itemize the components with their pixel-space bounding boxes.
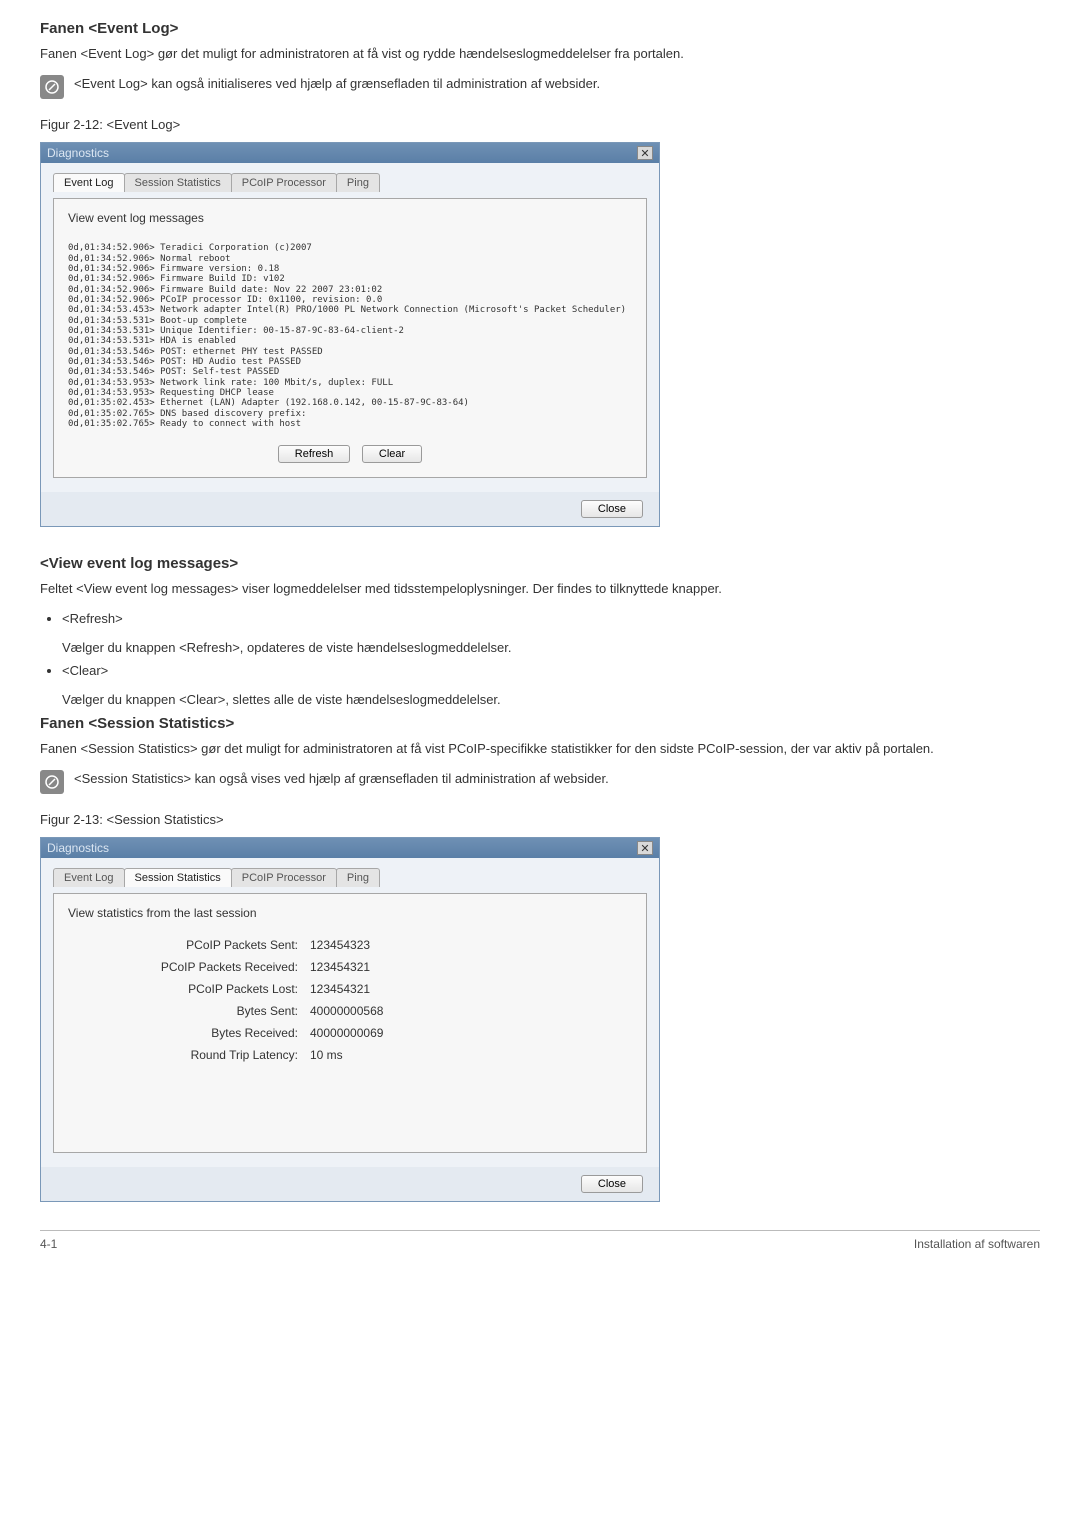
figure-caption-1: Figur 2-12: <Event Log> — [40, 117, 1040, 132]
note-icon — [40, 75, 64, 99]
tab-session-statistics[interactable]: Session Statistics — [124, 173, 232, 192]
note-text-1: <Event Log> kan også initialiseres ved h… — [74, 75, 600, 93]
bullet-refresh-desc: Vælger du knappen <Refresh>, opdateres d… — [62, 640, 1040, 655]
dialog1-titlebar: Diagnostics ✕ — [41, 143, 659, 163]
bullet-list-2: <Clear> — [62, 663, 1040, 678]
event-log-text: 0d,01:34:52.906> Teradici Corporation (c… — [68, 243, 632, 429]
tab-ping[interactable]: Ping — [336, 868, 380, 887]
tab-pcoip-processor[interactable]: PCoIP Processor — [231, 173, 337, 192]
dialog1-panel: View event log messages 0d,01:34:52.906>… — [53, 198, 647, 478]
tab-ping[interactable]: Ping — [336, 173, 380, 192]
stat-value-3: 40000000568 — [310, 1004, 632, 1018]
bullet-clear: <Clear> — [62, 663, 1040, 678]
tab-event-log[interactable]: Event Log — [53, 173, 125, 192]
tab-pcoip-processor[interactable]: PCoIP Processor — [231, 868, 337, 887]
page-number: 4-1 — [40, 1237, 57, 1251]
footer-title: Installation af softwaren — [914, 1237, 1040, 1251]
stat-value-4: 40000000069 — [310, 1026, 632, 1040]
close-icon[interactable]: ✕ — [637, 841, 653, 855]
dialog2-tabrow: Event Log Session Statistics PCoIP Proce… — [53, 868, 647, 887]
refresh-button[interactable]: Refresh — [278, 445, 351, 463]
section3-title: Fanen <Session Statistics> — [40, 715, 1040, 732]
section1-intro: Fanen <Event Log> gør det muligt for adm… — [40, 45, 1040, 63]
note-icon — [40, 770, 64, 794]
note-row-2: <Session Statistics> kan også vises ved … — [40, 770, 1040, 794]
dialog2-title: Diagnostics — [47, 841, 109, 855]
dialog2-titlebar: Diagnostics ✕ — [41, 838, 659, 858]
stat-label-3: Bytes Sent: — [98, 1004, 298, 1018]
bullet-clear-desc: Vælger du knappen <Clear>, slettes alle … — [62, 692, 1040, 707]
stat-value-1: 123454321 — [310, 960, 632, 974]
page-footer: 4-1 Installation af softwaren — [40, 1231, 1040, 1251]
note-row-1: <Event Log> kan også initialiseres ved h… — [40, 75, 1040, 99]
stat-label-2: PCoIP Packets Lost: — [98, 982, 298, 996]
bullet-refresh: <Refresh> — [62, 611, 1040, 626]
stat-label-0: PCoIP Packets Sent: — [98, 938, 298, 952]
note-text-2: <Session Statistics> kan også vises ved … — [74, 770, 609, 788]
dialog1-panel-heading: View event log messages — [68, 211, 632, 225]
stat-label-4: Bytes Received: — [98, 1026, 298, 1040]
dialog1-tabrow: Event Log Session Statistics PCoIP Proce… — [53, 173, 647, 192]
dialog2-panel: View statistics from the last session PC… — [53, 893, 647, 1153]
close-button[interactable]: Close — [581, 500, 643, 518]
clear-button[interactable]: Clear — [362, 445, 422, 463]
stats-grid: PCoIP Packets Sent: 123454323 PCoIP Pack… — [98, 938, 632, 1062]
dialog2-panel-heading: View statistics from the last session — [68, 906, 632, 920]
dialog1-title: Diagnostics — [47, 146, 109, 160]
section3-intro: Fanen <Session Statistics> gør det mulig… — [40, 740, 1040, 758]
section2-intro: Feltet <View event log messages> viser l… — [40, 580, 1040, 598]
stat-value-0: 123454323 — [310, 938, 632, 952]
stat-value-2: 123454321 — [310, 982, 632, 996]
section1-title: Fanen <Event Log> — [40, 20, 1040, 37]
diagnostics-dialog-stats: Diagnostics ✕ Event Log Session Statisti… — [40, 837, 660, 1202]
stat-label-1: PCoIP Packets Received: — [98, 960, 298, 974]
stat-value-5: 10 ms — [310, 1048, 632, 1062]
stat-label-5: Round Trip Latency: — [98, 1048, 298, 1062]
close-button[interactable]: Close — [581, 1175, 643, 1193]
figure-caption-2: Figur 2-13: <Session Statistics> — [40, 812, 1040, 827]
diagnostics-dialog-eventlog: Diagnostics ✕ Event Log Session Statisti… — [40, 142, 660, 527]
tab-session-statistics[interactable]: Session Statistics — [124, 868, 232, 887]
section2-title: <View event log messages> — [40, 555, 1040, 572]
tab-event-log[interactable]: Event Log — [53, 868, 125, 887]
close-icon[interactable]: ✕ — [637, 146, 653, 160]
bullet-list: <Refresh> — [62, 611, 1040, 626]
